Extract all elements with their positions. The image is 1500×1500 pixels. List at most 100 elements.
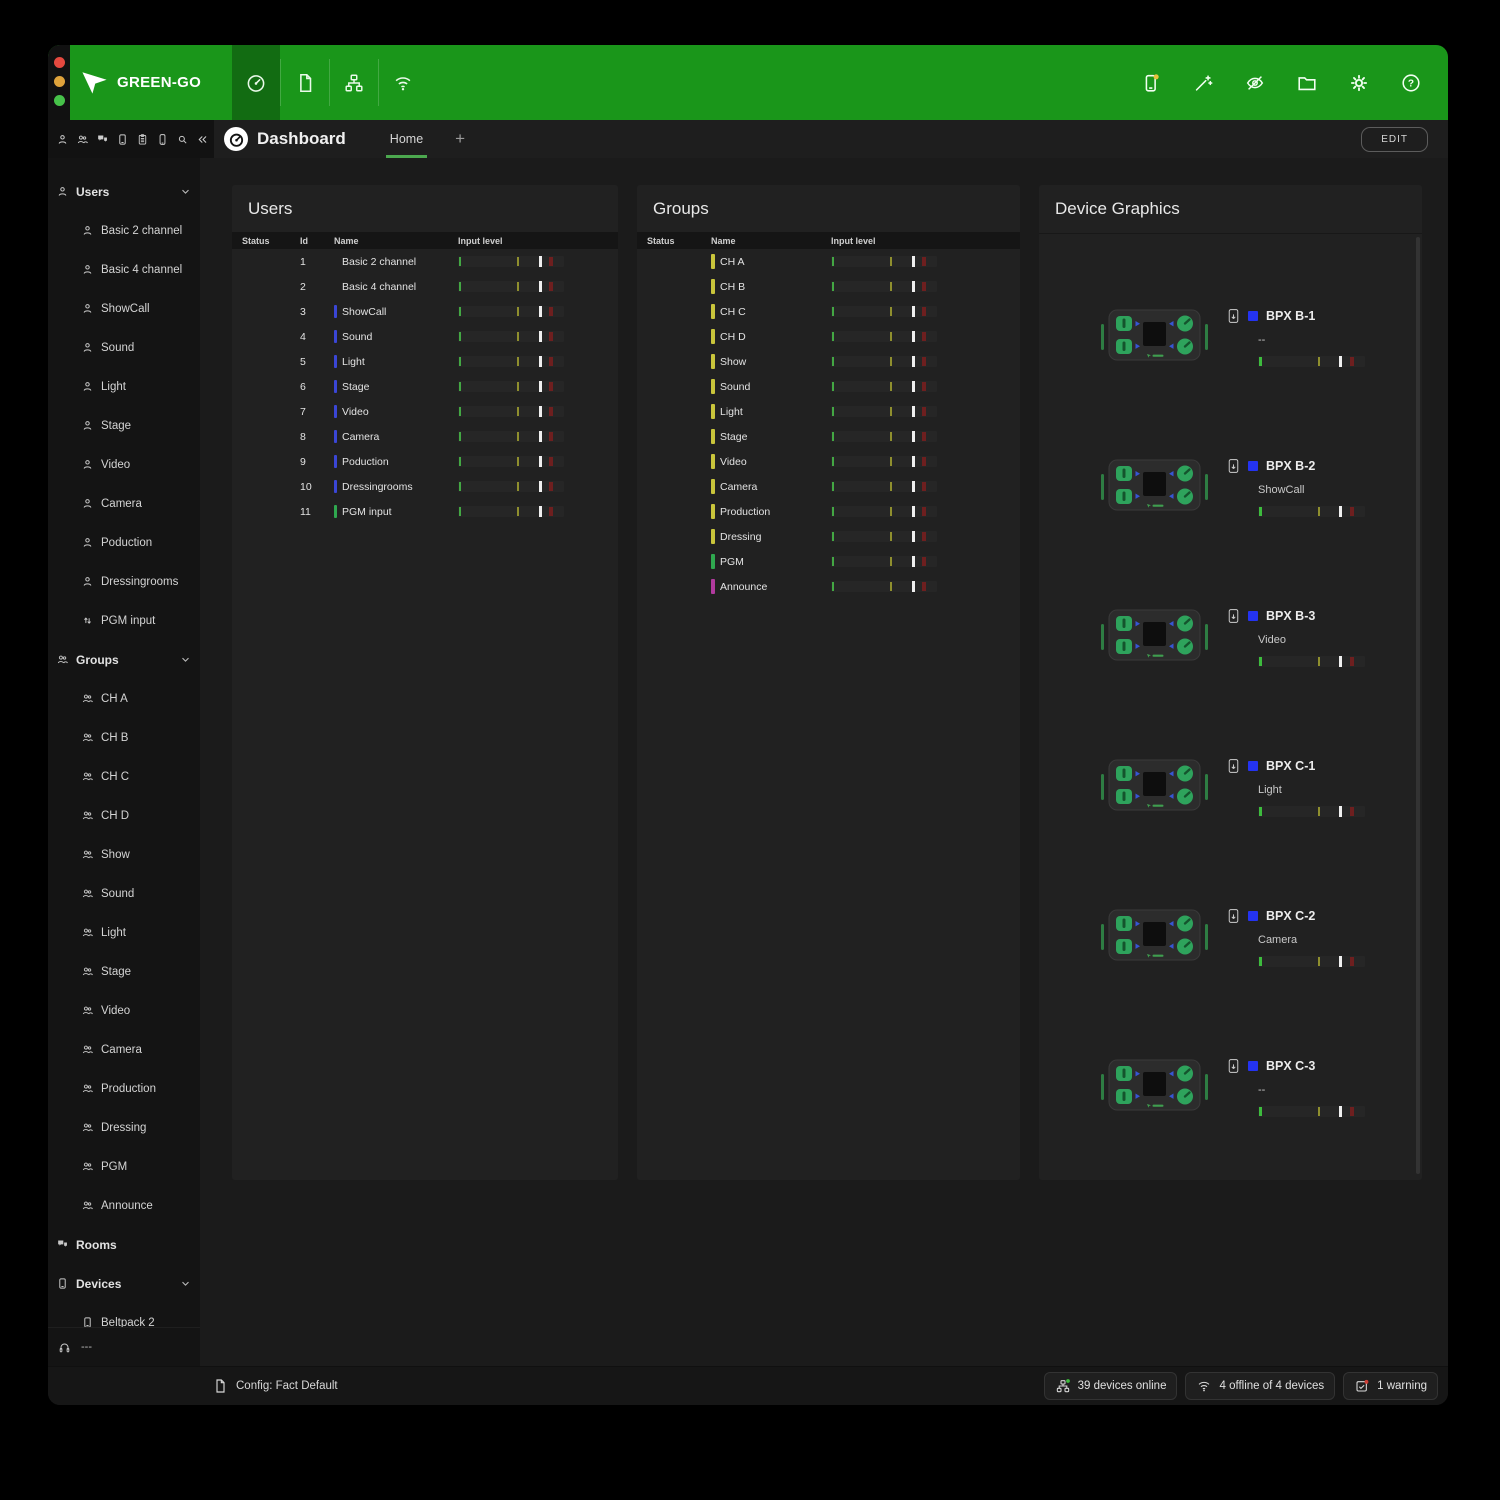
sidebar-section-devices[interactable]: Devices (48, 1264, 200, 1303)
table-row[interactable]: Light (637, 399, 1020, 424)
device-entry[interactable]: BPX C-3-- (1039, 1012, 1422, 1162)
new-tab-button[interactable]: + (455, 129, 465, 149)
table-row[interactable]: 11PGM input (232, 499, 618, 524)
beltpack-icon[interactable] (116, 132, 129, 146)
sidebar-item-ch-d[interactable]: CH D (48, 796, 200, 835)
search-icon[interactable] (176, 132, 189, 146)
meter-tick-r (549, 382, 553, 391)
collapse-left-icon[interactable] (196, 132, 209, 146)
device-expand-icon[interactable] (1227, 608, 1240, 624)
sidebar-item-ch-a[interactable]: CH A (48, 679, 200, 718)
help-button[interactable]: ? (1400, 72, 1422, 94)
table-row[interactable]: Announce (637, 574, 1020, 599)
sidebar-item-light[interactable]: Light (48, 913, 200, 952)
sidebar-item-ch-b[interactable]: CH B (48, 718, 200, 757)
table-row[interactable]: CH C (637, 299, 1020, 324)
table-row[interactable]: 1Basic 2 channel (232, 249, 618, 274)
clipboard-icon[interactable] (136, 132, 149, 146)
devices-online-status[interactable]: 39 devices online (1044, 1372, 1178, 1400)
table-row[interactable]: 7Video (232, 399, 618, 424)
user-group-icon[interactable] (76, 132, 89, 146)
device-entry[interactable]: BPX B-1-- (1039, 262, 1422, 412)
chevron-down-icon[interactable] (179, 653, 192, 666)
sidebar-item-basic-2-channel[interactable]: Basic 2 channel (48, 211, 200, 250)
sidebar-item-production[interactable]: Production (48, 1069, 200, 1108)
sidebar-item-show[interactable]: Show (48, 835, 200, 874)
device-notification-button[interactable] (1140, 72, 1162, 94)
window-zoom-button[interactable] (54, 95, 65, 106)
gear-button[interactable] (1348, 72, 1370, 94)
device-expand-icon[interactable] (1227, 908, 1240, 924)
table-row[interactable]: Sound (637, 374, 1020, 399)
sidebar-item-poduction[interactable]: Poduction (48, 523, 200, 562)
device-expand-icon[interactable] (1227, 458, 1240, 474)
table-row[interactable]: 8Camera (232, 424, 618, 449)
sidebar-item-stage[interactable]: Stage (48, 952, 200, 991)
table-row[interactable]: Camera (637, 474, 1020, 499)
window-minimize-button[interactable] (54, 76, 65, 87)
warnings-status[interactable]: 1 warning (1343, 1372, 1438, 1400)
sidebar-item-announce[interactable]: Announce (48, 1186, 200, 1225)
table-row[interactable]: 9Poduction (232, 449, 618, 474)
sidebar-section-rooms[interactable]: Rooms (48, 1225, 200, 1264)
table-row[interactable]: PGM (637, 549, 1020, 574)
sidebar-item-beltpack-2[interactable]: Beltpack 2 (48, 1303, 200, 1328)
table-row[interactable]: Stage (637, 424, 1020, 449)
table-row[interactable]: 5Light (232, 349, 618, 374)
table-row[interactable]: CH A (637, 249, 1020, 274)
chat-icon[interactable] (96, 132, 109, 146)
headphone-icon[interactable] (58, 1341, 71, 1354)
eye-off-button[interactable] (1244, 72, 1266, 94)
device-entry[interactable]: BPX C-2Camera (1039, 862, 1422, 1012)
device-list-scrollbar[interactable] (1416, 237, 1420, 1174)
window-close-button[interactable] (54, 57, 65, 68)
table-row[interactable]: 2Basic 4 channel (232, 274, 618, 299)
table-row[interactable]: Show (637, 349, 1020, 374)
table-row[interactable]: 6Stage (232, 374, 618, 399)
user-icon[interactable] (56, 132, 69, 146)
table-row[interactable]: 3ShowCall (232, 299, 618, 324)
sidebar-section-groups[interactable]: Groups (48, 640, 200, 679)
sidebar-item-light[interactable]: Light (48, 367, 200, 406)
device-expand-icon[interactable] (1227, 758, 1240, 774)
table-row[interactable]: CH D (637, 324, 1020, 349)
table-row[interactable]: 4Sound (232, 324, 618, 349)
sidebar-item-sound[interactable]: Sound (48, 328, 200, 367)
table-row[interactable]: 10Dressingrooms (232, 474, 618, 499)
sidebar-item-sound[interactable]: Sound (48, 874, 200, 913)
nav-wifi-button[interactable] (379, 45, 427, 120)
device-entry[interactable]: BPX C-1Light (1039, 712, 1422, 862)
device-expand-icon[interactable] (1227, 308, 1240, 324)
table-row[interactable]: CH B (637, 274, 1020, 299)
phone-icon[interactable] (156, 132, 169, 146)
table-row[interactable]: Production (637, 499, 1020, 524)
nav-gauge-button[interactable] (232, 45, 280, 120)
sidebar-item-camera[interactable]: Camera (48, 1030, 200, 1069)
edit-button[interactable]: EDIT (1361, 127, 1428, 152)
tab-home[interactable]: Home (384, 120, 429, 158)
sidebar-item-pgm-input[interactable]: PGM input (48, 601, 200, 640)
devices-offline-status[interactable]: 4 offline of 4 devices (1185, 1372, 1335, 1400)
sidebar-item-dressing[interactable]: Dressing (48, 1108, 200, 1147)
sidebar-item-stage[interactable]: Stage (48, 406, 200, 445)
magic-wand-button[interactable] (1192, 72, 1214, 94)
nav-network-button[interactable] (330, 45, 378, 120)
device-expand-icon[interactable] (1227, 1058, 1240, 1074)
device-entry[interactable]: BPX B-3Video (1039, 562, 1422, 712)
sidebar-item-pgm[interactable]: PGM (48, 1147, 200, 1186)
sidebar-item-dressingrooms[interactable]: Dressingrooms (48, 562, 200, 601)
sidebar-item-showcall[interactable]: ShowCall (48, 289, 200, 328)
sidebar-item-camera[interactable]: Camera (48, 484, 200, 523)
table-row[interactable]: Dressing (637, 524, 1020, 549)
chevron-down-icon[interactable] (179, 185, 192, 198)
sidebar-item-basic-4-channel[interactable]: Basic 4 channel (48, 250, 200, 289)
sidebar-item-video[interactable]: Video (48, 445, 200, 484)
sidebar-item-video[interactable]: Video (48, 991, 200, 1030)
sidebar-section-users[interactable]: Users (48, 172, 200, 211)
sidebar-item-ch-c[interactable]: CH C (48, 757, 200, 796)
nav-file-button[interactable] (281, 45, 329, 120)
chevron-down-icon[interactable] (179, 1277, 192, 1290)
folder-button[interactable] (1296, 72, 1318, 94)
device-entry[interactable]: BPX B-2ShowCall (1039, 412, 1422, 562)
table-row[interactable]: Video (637, 449, 1020, 474)
